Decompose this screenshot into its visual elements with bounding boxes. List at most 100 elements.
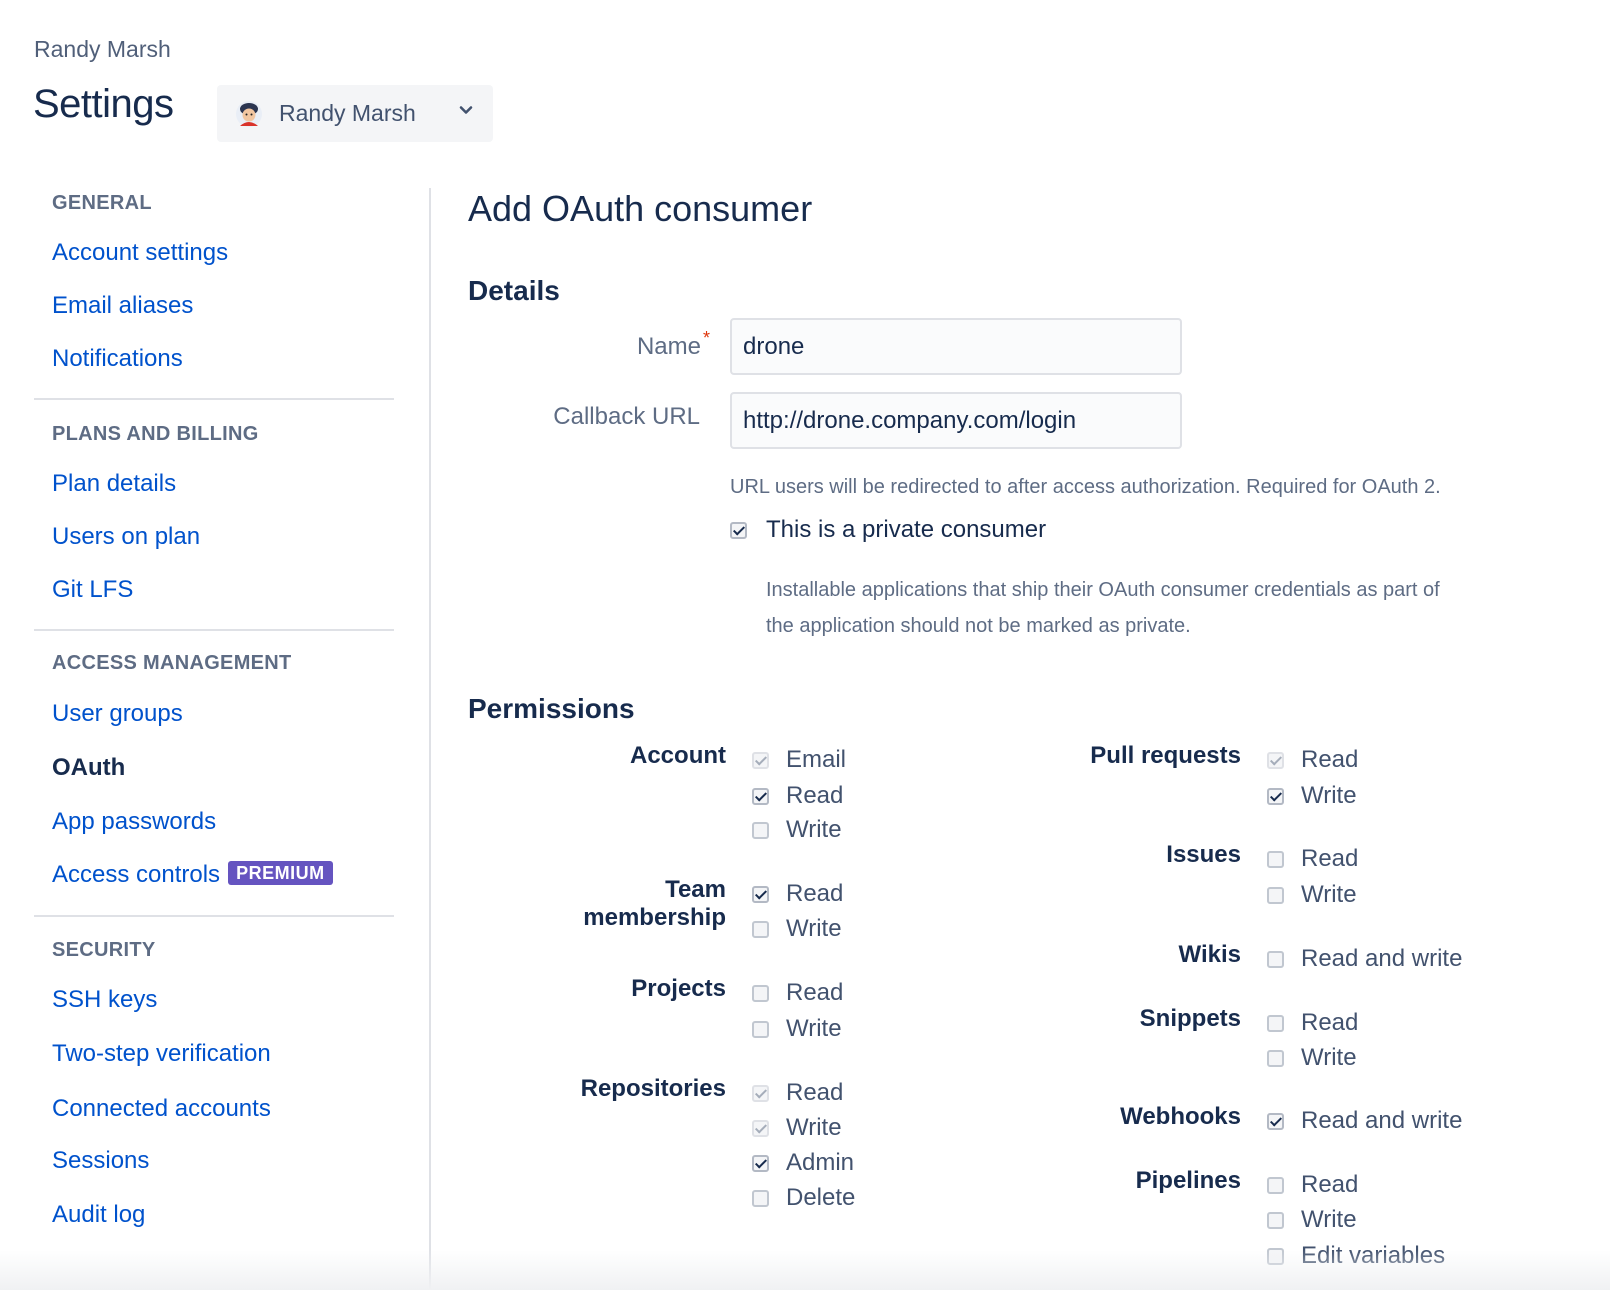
repositories-read-checkbox xyxy=(752,1085,769,1102)
repositories-delete-label[interactable]: Delete xyxy=(786,1184,855,1212)
repositories-write-checkbox xyxy=(752,1120,769,1137)
name-label: Name * xyxy=(637,328,710,361)
webhooks-read-write-checkbox[interactable] xyxy=(1267,1113,1284,1130)
sidebar-item-app-passwords[interactable]: App passwords xyxy=(52,808,216,836)
team-read-checkbox[interactable] xyxy=(752,886,769,903)
perm-group-issues: Issues xyxy=(1166,841,1241,868)
pipelines-edit-variables-label[interactable]: Edit variables xyxy=(1301,1242,1445,1270)
private-consumer-checkbox[interactable] xyxy=(730,522,747,539)
team-read-label[interactable]: Read xyxy=(786,880,843,908)
sidebar-divider xyxy=(34,629,394,631)
callback-url-help: URL users will be redirected to after ac… xyxy=(730,476,1441,498)
pipelines-write-label[interactable]: Write xyxy=(1301,1206,1357,1234)
name-input[interactable] xyxy=(730,318,1182,375)
sidebar-item-email-aliases[interactable]: Email aliases xyxy=(52,292,193,320)
sidebar-item-two-step-verification[interactable]: Two-step verification xyxy=(52,1040,271,1068)
avatar xyxy=(235,100,263,128)
nav-heading-access: ACCESS MANAGEMENT xyxy=(52,652,292,674)
perm-group-projects: Projects xyxy=(631,975,726,1002)
callback-url-label: Callback URL xyxy=(553,403,700,430)
form-title: Add OAuth consumer xyxy=(468,188,813,229)
perm-group-webhooks: Webhooks xyxy=(1120,1103,1241,1130)
nav-heading-general: GENERAL xyxy=(52,192,152,214)
sidebar-item-git-lfs[interactable]: Git LFS xyxy=(52,576,133,604)
sidebar-item-access-controls[interactable]: Access controls xyxy=(52,861,220,888)
sidebar-item-sessions[interactable]: Sessions xyxy=(52,1147,149,1175)
sidebar-item-connected-accounts[interactable]: Connected accounts xyxy=(52,1095,271,1123)
permissions-heading: Permissions xyxy=(468,693,635,724)
breadcrumb[interactable]: Randy Marsh xyxy=(34,36,171,63)
projects-write-label[interactable]: Write xyxy=(786,1015,842,1043)
repositories-read-label: Read xyxy=(786,1079,844,1106)
sidebar-item-user-groups[interactable]: User groups xyxy=(52,700,183,728)
private-consumer-label[interactable]: This is a private consumer xyxy=(766,516,1046,544)
callback-url-input[interactable] xyxy=(730,392,1182,449)
account-read-checkbox[interactable] xyxy=(752,788,769,805)
wikis-read-write-checkbox[interactable] xyxy=(1267,951,1284,968)
perm-group-snippets: Snippets xyxy=(1139,1005,1241,1032)
repositories-admin-checkbox[interactable] xyxy=(752,1155,769,1172)
snippets-read-label[interactable]: Read xyxy=(1301,1009,1358,1037)
premium-badge: PREMIUM xyxy=(228,861,333,885)
snippets-write-checkbox[interactable] xyxy=(1267,1050,1284,1067)
account-write-label[interactable]: Write xyxy=(786,816,842,844)
perm-group-repositories: Repositories xyxy=(580,1075,726,1102)
pipelines-read-label[interactable]: Read xyxy=(1301,1171,1358,1199)
page-title: Settings xyxy=(33,82,174,126)
perm-group-pipelines: Pipelines xyxy=(1135,1167,1241,1194)
sidebar-item-audit-log[interactable]: Audit log xyxy=(52,1201,145,1229)
account-switcher-button[interactable]: Randy Marsh xyxy=(217,85,493,142)
account-write-checkbox[interactable] xyxy=(752,822,769,839)
repositories-write-label: Write xyxy=(786,1114,842,1141)
pipelines-write-checkbox[interactable] xyxy=(1267,1212,1284,1229)
perm-group-wikis: Wikis xyxy=(1178,941,1241,968)
issues-read-label[interactable]: Read xyxy=(1301,845,1358,873)
required-marker: * xyxy=(702,328,710,348)
sidebar-item-access-controls-row[interactable]: Access controls PREMIUM xyxy=(52,861,333,889)
account-email-checkbox xyxy=(752,752,769,769)
team-write-label[interactable]: Write xyxy=(786,915,842,943)
perm-group-account: Account xyxy=(630,742,726,769)
projects-read-checkbox[interactable] xyxy=(752,985,769,1002)
pull-requests-write-checkbox[interactable] xyxy=(1267,788,1284,805)
team-label-line-2: membership xyxy=(583,904,726,931)
sidebar-item-users-on-plan[interactable]: Users on plan xyxy=(52,523,200,551)
sidebar-item-oauth[interactable]: OAuth xyxy=(52,754,125,782)
sidebar-item-notifications[interactable]: Notifications xyxy=(52,345,183,373)
perm-group-team-membership: Team membership xyxy=(583,876,726,932)
nav-heading-security: SECURITY xyxy=(52,939,156,961)
chevron-down-icon xyxy=(459,106,473,114)
issues-read-checkbox[interactable] xyxy=(1267,851,1284,868)
private-consumer-help: Installable applications that ship their… xyxy=(766,572,1556,644)
sidebar-item-ssh-keys[interactable]: SSH keys xyxy=(52,986,157,1014)
sidebar-vertical-divider xyxy=(429,188,431,1290)
sidebar-item-account-settings[interactable]: Account settings xyxy=(52,239,228,267)
account-read-label[interactable]: Read xyxy=(786,782,843,810)
projects-write-checkbox[interactable] xyxy=(752,1021,769,1038)
pipelines-read-checkbox[interactable] xyxy=(1267,1177,1284,1194)
details-heading: Details xyxy=(468,275,560,306)
pull-requests-write-label[interactable]: Write xyxy=(1301,782,1357,810)
pull-requests-read-checkbox xyxy=(1267,752,1284,769)
team-label-line-1: Team xyxy=(665,876,726,903)
nav-heading-plans: PLANS AND BILLING xyxy=(52,423,259,445)
snippets-write-label[interactable]: Write xyxy=(1301,1044,1357,1072)
snippets-read-checkbox[interactable] xyxy=(1267,1015,1284,1032)
account-email-label: Email xyxy=(786,746,847,773)
repositories-admin-label[interactable]: Admin xyxy=(786,1149,854,1177)
private-help-line-1: Installable applications that ship their… xyxy=(766,579,1440,601)
sidebar-divider xyxy=(34,398,394,400)
pipelines-edit-variables-checkbox[interactable] xyxy=(1267,1248,1284,1265)
private-help-line-2: the application should not be marked as … xyxy=(766,615,1191,637)
wikis-read-write-label[interactable]: Read and write xyxy=(1301,945,1462,973)
repositories-delete-checkbox[interactable] xyxy=(752,1190,769,1207)
team-write-checkbox[interactable] xyxy=(752,921,769,938)
projects-read-label[interactable]: Read xyxy=(786,979,843,1007)
pull-requests-read-label: Read xyxy=(1301,746,1359,773)
sidebar-divider xyxy=(34,915,394,917)
sidebar-item-plan-details[interactable]: Plan details xyxy=(52,470,176,498)
issues-write-checkbox[interactable] xyxy=(1267,887,1284,904)
issues-write-label[interactable]: Write xyxy=(1301,881,1357,909)
webhooks-read-write-label[interactable]: Read and write xyxy=(1301,1107,1462,1135)
perm-group-pull-requests: Pull requests xyxy=(1090,742,1241,769)
